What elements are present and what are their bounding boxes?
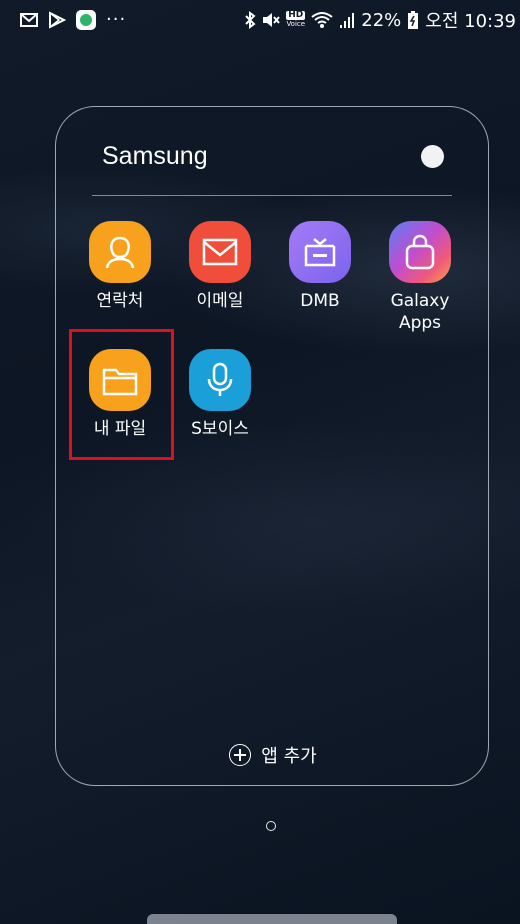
add-app-label: 앱 추가 [261, 746, 317, 767]
s-voice-icon [189, 349, 251, 411]
app-label: S보이스 [191, 419, 249, 439]
hd-voice-icon: HD Voice [286, 10, 306, 28]
app-label: Galaxy Apps [390, 291, 450, 333]
status-bar: ··· HD Voice 22% 오전 10:39 [0, 0, 520, 40]
app-dmb[interactable]: DMB [275, 221, 365, 312]
app-label: 이메일 [196, 291, 244, 311]
app-galaxy-apps[interactable]: Galaxy Apps [375, 221, 465, 334]
folder-divider [92, 195, 452, 196]
folder-color-button[interactable] [421, 145, 444, 168]
battery-icon [408, 11, 419, 29]
add-app-button[interactable]: 앱 추가 [56, 742, 490, 768]
play-store-notification-icon [49, 10, 66, 29]
clock: 오전 10:39 [425, 11, 516, 32]
email-icon [189, 221, 251, 283]
more-notifications-indicator: ··· [106, 9, 127, 30]
app-s-voice[interactable]: S보이스 [175, 349, 265, 440]
app-label: 연락처 [96, 291, 144, 311]
app-email[interactable]: 이메일 [175, 221, 265, 312]
mail-notification-icon [20, 12, 38, 27]
add-icon [229, 744, 252, 766]
highlight-box [69, 329, 174, 460]
wifi-icon [311, 12, 333, 28]
page-indicator [266, 821, 276, 831]
signal-icon [340, 13, 355, 28]
mute-icon [263, 13, 281, 27]
app-contacts[interactable]: 연락처 [75, 221, 165, 312]
app-label: DMB [300, 291, 340, 311]
bluetooth-icon [245, 11, 256, 29]
messenger-notification-icon [76, 9, 96, 30]
battery-percent: 22% [361, 9, 402, 31]
navigation-handle[interactable] [147, 914, 397, 924]
dmb-icon [289, 221, 351, 283]
galaxy-apps-icon [389, 221, 451, 283]
folder-title[interactable]: Samsung [102, 142, 208, 171]
contacts-icon [89, 221, 151, 283]
